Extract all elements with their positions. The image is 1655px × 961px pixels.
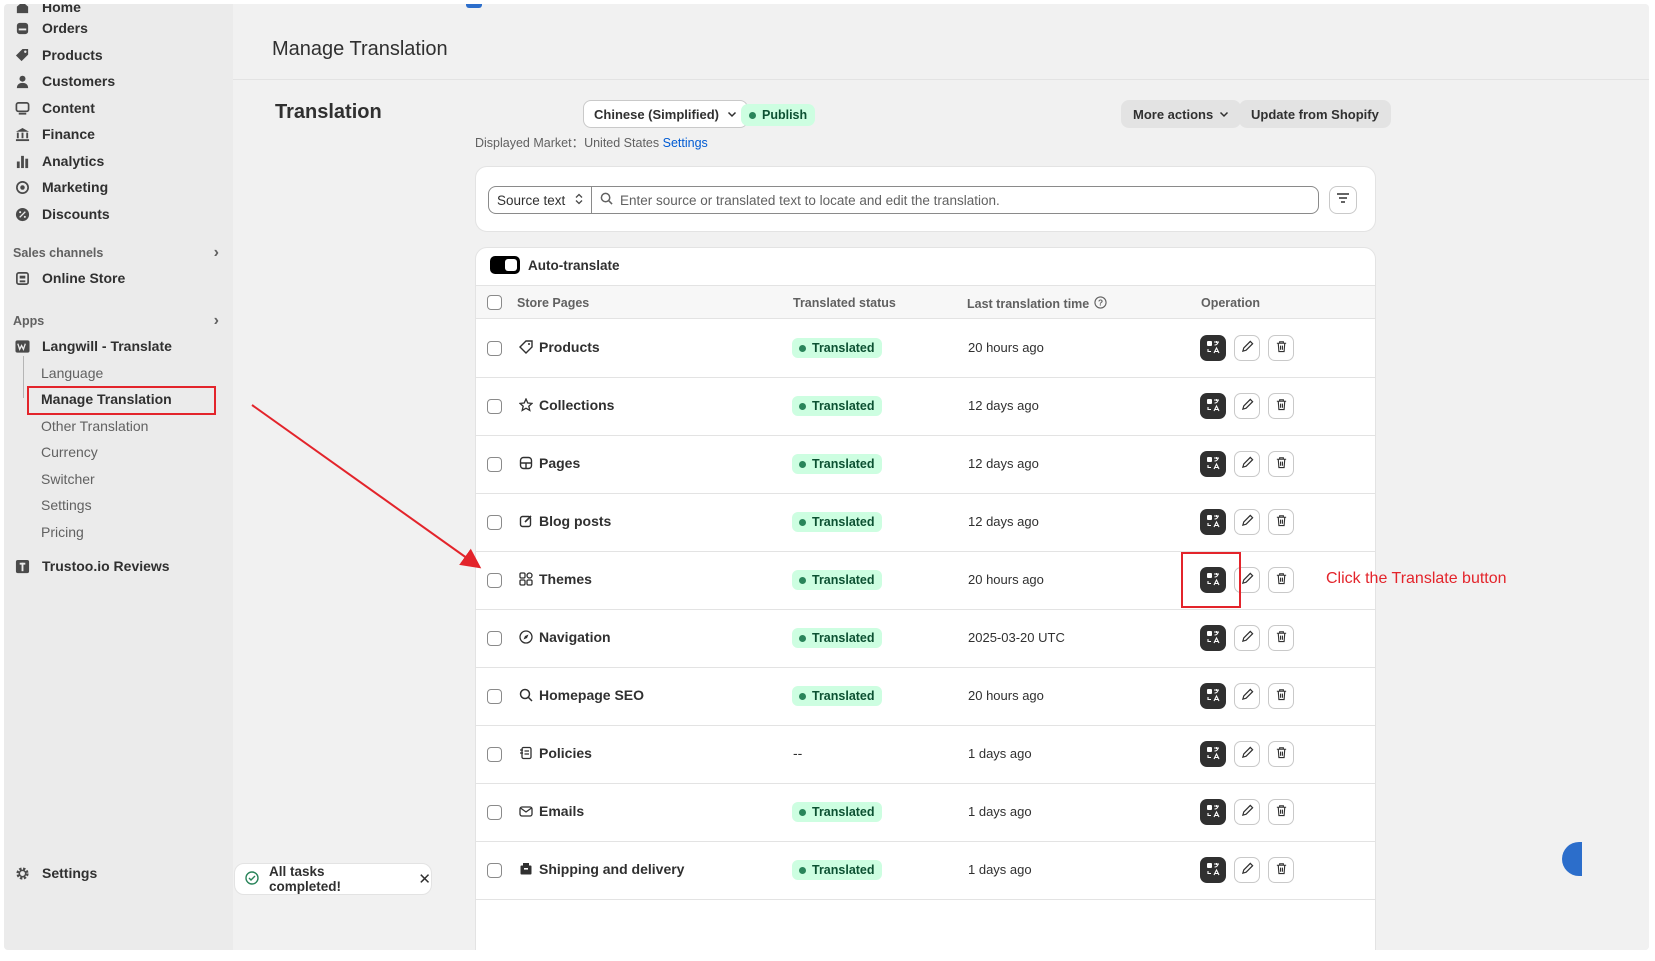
close-icon[interactable]: ✕	[418, 870, 431, 888]
app-window: Home Orders Products Customers Content F…	[4, 4, 1649, 950]
check-circle-icon	[245, 870, 259, 888]
highlight-box-translate-button	[1181, 552, 1241, 608]
annotation-arrow	[251, 404, 482, 569]
annotation-text: Click the Translate button	[1326, 570, 1507, 587]
toast-notification: All tasks completed! ✕	[234, 863, 432, 895]
